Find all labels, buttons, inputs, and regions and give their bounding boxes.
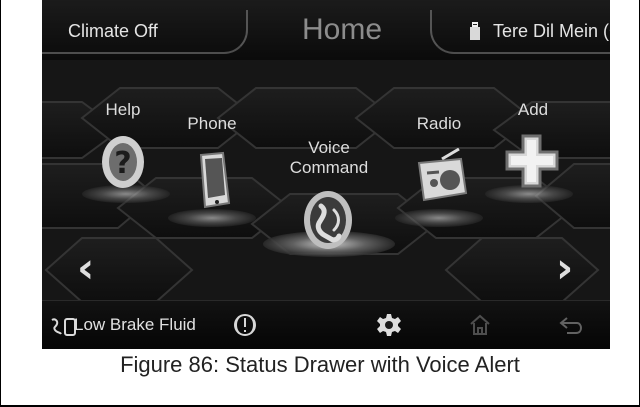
phone-label: Phone	[187, 114, 237, 133]
help-label: Help	[105, 100, 141, 119]
chevron-left-icon[interactable]: ‹	[77, 247, 94, 289]
add-label: Add	[517, 100, 549, 119]
voice-command-app-button[interactable]: Voice Command	[268, 138, 390, 250]
low-brake-fluid-alert: Low Brake Fluid	[74, 315, 196, 334]
usb-media-icon	[470, 22, 480, 40]
infotainment-screen: Climate Off Home Tere Dil Mein (Cl...	[42, 0, 610, 349]
brake-warning-icon	[234, 314, 256, 336]
chevron-right-icon[interactable]: ›	[556, 247, 573, 289]
climate-label: Climate Off	[68, 21, 158, 41]
help-icon: ?	[102, 136, 144, 188]
voice-command-icon	[304, 191, 352, 249]
now-playing-button[interactable]: Tere Dil Mein (Cl...	[430, 10, 610, 54]
status-drawer: Low Brake Fluid	[42, 300, 610, 349]
radio-icon	[417, 148, 468, 202]
radio-app-button[interactable]: Radio	[394, 114, 484, 218]
home-app-grid: Help ? Phone Voice Command Radio Add ‹ ›	[42, 60, 610, 300]
help-app-button[interactable]: Help ?	[78, 100, 168, 192]
media-title: Tere Dil Mein (Cl...	[493, 21, 610, 41]
radio-label: Radio	[416, 114, 462, 133]
svg-text:?: ?	[114, 146, 131, 181]
figure-caption: Figure 86: Status Drawer with Voice Aler…	[120, 352, 520, 377]
top-bar: Climate Off Home Tere Dil Mein (Cl...	[42, 0, 610, 66]
back-icon[interactable]	[558, 313, 586, 337]
voice-command-label-line2: Command	[289, 158, 369, 177]
add-app-button[interactable]: Add	[488, 100, 578, 198]
voice-command-label-line1: Voice	[308, 138, 350, 157]
climate-off-button[interactable]: Climate Off	[42, 10, 248, 54]
add-plus-icon	[505, 134, 559, 188]
phone-app-button[interactable]: Phone	[166, 114, 258, 216]
page-title: Home	[301, 13, 383, 46]
phone-icon	[199, 151, 231, 209]
gear-icon[interactable]	[377, 313, 401, 337]
home-icon[interactable]	[468, 313, 492, 337]
